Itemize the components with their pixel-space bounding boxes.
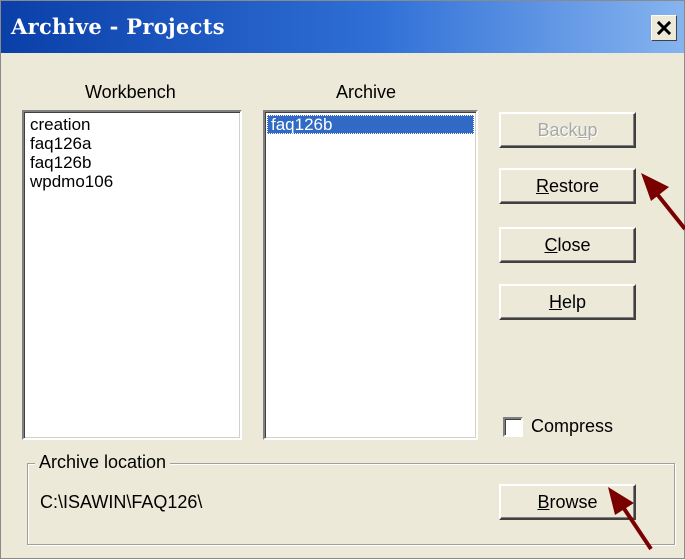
workbench-item-faq126b[interactable]: faq126b xyxy=(26,153,238,172)
workbench-item-wpdmo106[interactable]: wpdmo106 xyxy=(26,172,238,191)
archive-location-path: C:\ISAWIN\FAQ126\ xyxy=(40,492,203,512)
archive-listbox[interactable]: faq126b xyxy=(263,110,478,440)
browse-label-end: rowse xyxy=(549,491,598,512)
backup-label-end: p xyxy=(587,119,598,140)
close-button[interactable]: Close xyxy=(499,227,636,263)
archive-location-label: Archive location xyxy=(35,452,171,473)
backup-label-start: Back xyxy=(537,119,578,140)
workbench-listbox[interactable]: creation faq126a faq126b wpdmo106 xyxy=(22,110,242,440)
workbench-item-faq126a[interactable]: faq126a xyxy=(26,134,238,153)
close-label-end: lose xyxy=(557,234,591,255)
close-label-mnemonic: C xyxy=(544,234,558,255)
compress-label[interactable]: Compress xyxy=(531,416,613,437)
backup-label-mnemonic: u xyxy=(577,119,588,140)
help-label-end: elp xyxy=(561,291,587,312)
archive-label: Archive xyxy=(336,82,397,102)
title-bar[interactable]: Archive - Projects xyxy=(1,1,684,53)
archive-projects-dialog: Archive - Projects Workbench creation fa… xyxy=(0,0,685,559)
workbench-label: Workbench xyxy=(85,82,176,102)
workbench-item-creation[interactable]: creation xyxy=(26,115,238,134)
browse-label-mnemonic: B xyxy=(537,491,550,512)
restore-button[interactable]: Restore xyxy=(499,168,636,204)
window-title: Archive - Projects xyxy=(11,14,225,39)
help-label-mnemonic: H xyxy=(548,291,562,312)
restore-label-mnemonic: R xyxy=(535,175,549,196)
archive-item-faq126b[interactable]: faq126b xyxy=(267,115,474,134)
close-icon xyxy=(656,20,672,36)
help-button[interactable]: Help xyxy=(499,284,636,320)
compress-checkbox[interactable] xyxy=(503,417,523,437)
backup-button[interactable]: Back u p xyxy=(499,112,636,148)
browse-button[interactable]: Browse xyxy=(499,484,636,520)
pointer-arrow-icon xyxy=(641,173,685,231)
close-window-button[interactable] xyxy=(651,15,677,41)
restore-label-end: estore xyxy=(548,175,600,196)
